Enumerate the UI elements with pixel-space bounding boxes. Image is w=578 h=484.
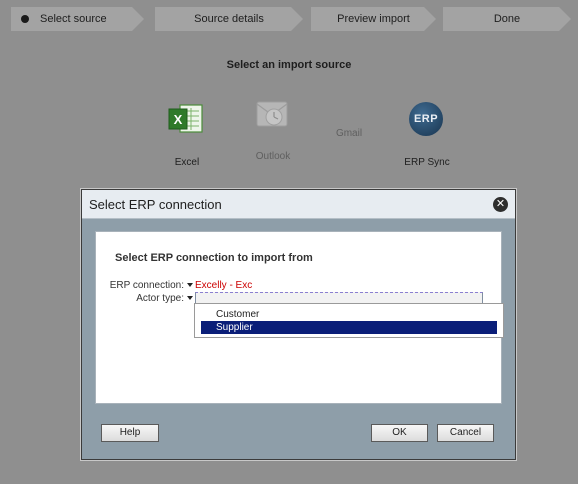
source-label-excel: Excel bbox=[174, 157, 200, 168]
erp-icon[interactable]: ERP bbox=[409, 102, 443, 136]
import-source-heading: Select an import source bbox=[226, 59, 352, 71]
step-label: Done bbox=[493, 13, 521, 25]
dialog-title: Select ERP connection bbox=[89, 197, 222, 212]
help-button[interactable]: Help bbox=[101, 424, 159, 442]
step-label: Select source bbox=[40, 13, 107, 25]
step-preview-import[interactable]: Preview import bbox=[311, 7, 436, 31]
actor-type-dropdown-list: Customer Supplier bbox=[194, 303, 504, 338]
erp-connection-dropdown-icon[interactable] bbox=[187, 283, 193, 287]
actor-type-dropdown-icon[interactable] bbox=[187, 296, 193, 300]
erp-connection-label: ERP connection: bbox=[109, 280, 184, 291]
source-label-erp-sync: ERP Sync bbox=[404, 157, 450, 168]
erp-connection-value[interactable]: Excelly - Exc bbox=[195, 280, 252, 291]
cancel-button[interactable]: Cancel bbox=[437, 424, 494, 442]
step-select-source[interactable]: Select source bbox=[11, 7, 144, 31]
actor-type-label: Actor type: bbox=[136, 293, 184, 304]
wizard-steps: Select source Source details Preview imp… bbox=[11, 7, 571, 31]
source-label-gmail: Gmail bbox=[335, 128, 363, 139]
step-label: Preview import bbox=[337, 13, 410, 25]
close-icon[interactable]: ✕ bbox=[493, 197, 508, 212]
dropdown-option-supplier[interactable]: Supplier bbox=[201, 321, 497, 334]
outlook-icon bbox=[251, 96, 293, 132]
dialog-titlebar[interactable]: Select ERP connection ✕ bbox=[82, 190, 515, 219]
dialog-heading: Select ERP connection to import from bbox=[115, 252, 313, 264]
excel-icon[interactable]: X bbox=[166, 101, 206, 137]
step-done[interactable]: Done bbox=[443, 7, 571, 31]
step-source-details[interactable]: Source details bbox=[155, 7, 303, 31]
source-label-outlook: Outlook bbox=[255, 151, 291, 162]
current-step-dot-icon bbox=[21, 15, 29, 23]
step-label: Source details bbox=[194, 13, 264, 25]
dropdown-option-customer[interactable]: Customer bbox=[201, 308, 497, 321]
ok-button[interactable]: OK bbox=[371, 424, 428, 442]
svg-text:X: X bbox=[174, 112, 183, 127]
